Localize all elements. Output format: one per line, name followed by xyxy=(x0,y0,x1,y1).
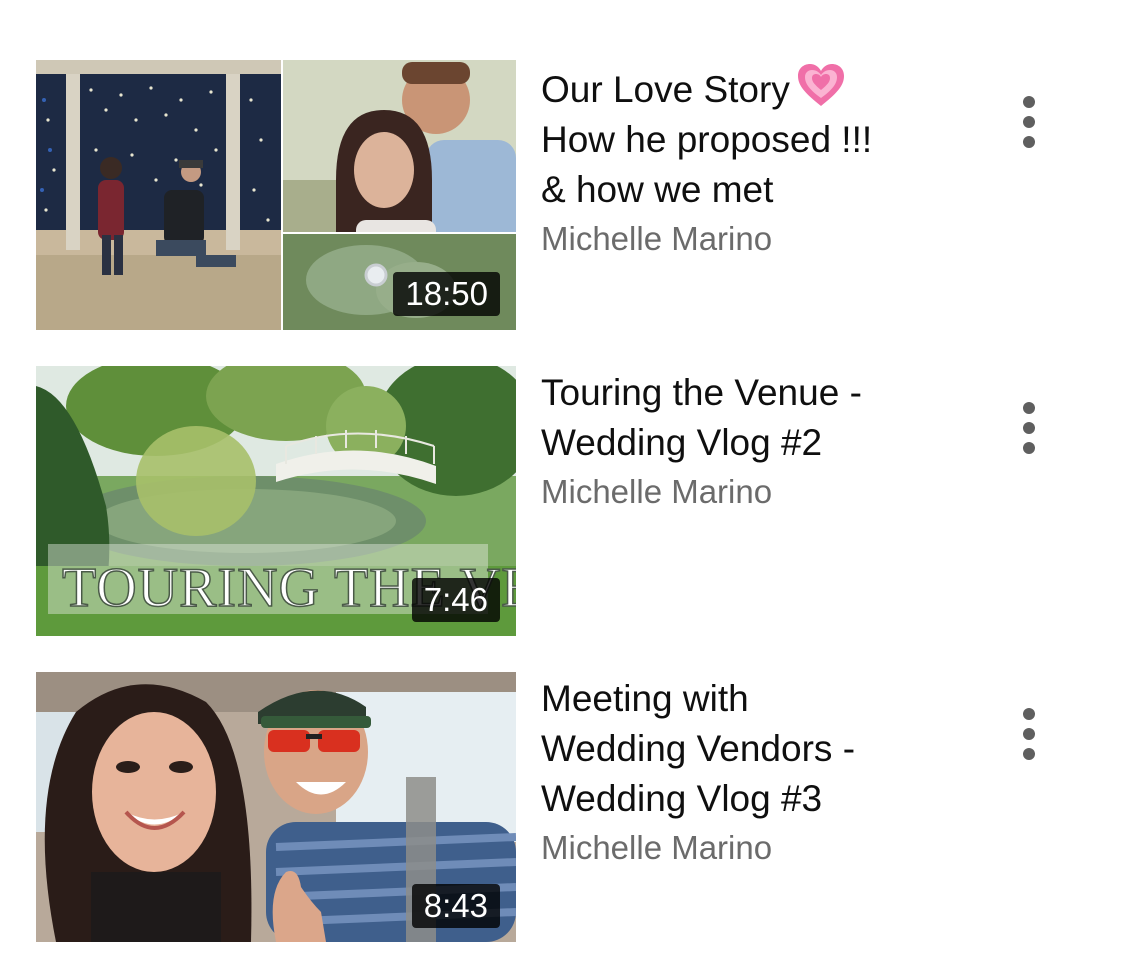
more-vert-icon[interactable] xyxy=(1008,398,1050,458)
video-thumbnail[interactable]: 18:50 xyxy=(36,60,516,330)
video-item[interactable]: 8:43 Meeting with Wedding Vendors - Wedd… xyxy=(0,672,1125,942)
video-title[interactable]: Touring the Venue - Wedding Vlog #2 xyxy=(541,368,961,468)
channel-name[interactable]: Michelle Marino xyxy=(541,824,961,872)
video-info[interactable]: Touring the Venue - Wedding Vlog #2 Mich… xyxy=(541,368,961,516)
more-vert-icon[interactable] xyxy=(1008,92,1050,152)
menu-dot xyxy=(1023,748,1035,760)
video-item[interactable]: 18:50 Our Love Story How he proposed !!! … xyxy=(0,60,1125,330)
menu-dot xyxy=(1023,422,1035,434)
menu-dot xyxy=(1023,116,1035,128)
menu-dot xyxy=(1023,728,1035,740)
video-title[interactable]: Meeting with Wedding Vendors - Wedding V… xyxy=(541,674,961,824)
video-duration: 18:50 xyxy=(393,272,500,316)
video-info[interactable]: Our Love Story How he proposed !!! & how … xyxy=(541,62,961,263)
video-title-line: Our Love Story xyxy=(541,69,790,110)
menu-dot xyxy=(1023,442,1035,454)
video-title-line: How he proposed !!! & how we met xyxy=(541,119,873,210)
channel-name[interactable]: Michelle Marino xyxy=(541,215,961,263)
menu-dot xyxy=(1023,708,1035,720)
more-vert-icon[interactable] xyxy=(1008,704,1050,764)
video-info[interactable]: Meeting with Wedding Vendors - Wedding V… xyxy=(541,674,961,872)
menu-dot xyxy=(1023,136,1035,148)
video-thumbnail[interactable]: 8:43 xyxy=(36,672,516,942)
video-duration: 8:43 xyxy=(411,884,500,928)
menu-dot xyxy=(1023,96,1035,108)
video-item[interactable]: TOURING THE VE 7:46 Touring the Venue - … xyxy=(0,366,1125,636)
video-duration: 7:46 xyxy=(411,578,500,622)
menu-dot xyxy=(1023,402,1035,414)
video-title[interactable]: Our Love Story How he proposed !!! & how … xyxy=(541,62,961,215)
video-thumbnail[interactable]: TOURING THE VE 7:46 xyxy=(36,366,516,636)
channel-name[interactable]: Michelle Marino xyxy=(541,468,961,516)
pink-hearts-emoji-icon xyxy=(797,64,844,106)
